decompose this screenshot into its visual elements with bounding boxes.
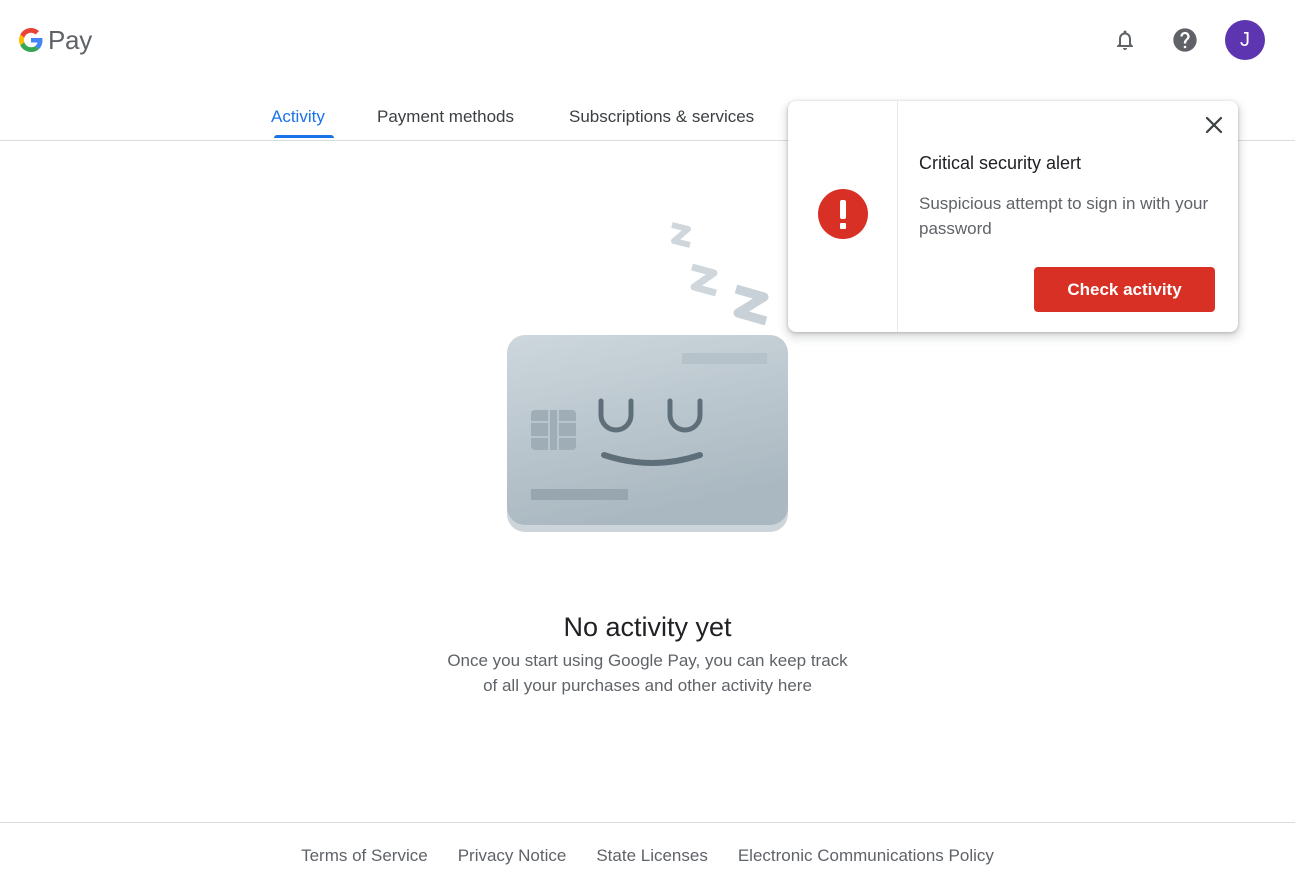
google-g-icon [19,28,43,52]
footer-link-privacy[interactable]: Privacy Notice [458,846,567,866]
alert-message: Suspicious attempt to sign in with your … [919,194,1209,238]
account-avatar[interactable]: J [1225,20,1265,60]
empty-state-line-2: of all your purchases and other activity… [483,676,812,695]
footer-link-electronic-communications[interactable]: Electronic Communications Policy [738,846,994,866]
close-icon [1205,116,1223,134]
check-activity-button[interactable]: Check activity [1034,267,1215,312]
google-pay-logo[interactable]: Pay [19,24,92,56]
alert-title: Critical security alert [919,153,1082,173]
active-tab-indicator [274,135,334,138]
empty-state-description: Once you start using Google Pay, you can… [0,648,1295,698]
error-icon [818,189,868,239]
notifications-button[interactable] [1105,20,1145,60]
sleeping-card-illustration [507,222,788,532]
bell-icon [1117,30,1133,50]
close-alert-button[interactable] [1202,113,1226,137]
footer-links: Terms of Service Privacy Notice State Li… [0,846,1295,866]
logo-text: Pay [48,25,92,55]
tab-payment-methods[interactable]: Payment methods [377,107,514,127]
empty-state-line-1: Once you start using Google Pay, you can… [447,651,848,670]
help-button[interactable] [1165,20,1205,60]
footer-link-terms[interactable]: Terms of Service [301,846,428,866]
empty-state-title: No activity yet [563,612,732,642]
tab-activity[interactable]: Activity [271,107,325,127]
zzz-icon [671,222,769,326]
footer-link-state-licenses[interactable]: State Licenses [596,846,708,866]
alert-icon-panel [788,101,898,332]
help-icon [1173,28,1197,52]
security-alert-popup: Critical security alert Suspicious attem… [788,101,1238,332]
footer: Terms of Service Privacy Notice State Li… [0,822,1295,888]
tab-subscriptions-services[interactable]: Subscriptions & services [569,107,754,127]
